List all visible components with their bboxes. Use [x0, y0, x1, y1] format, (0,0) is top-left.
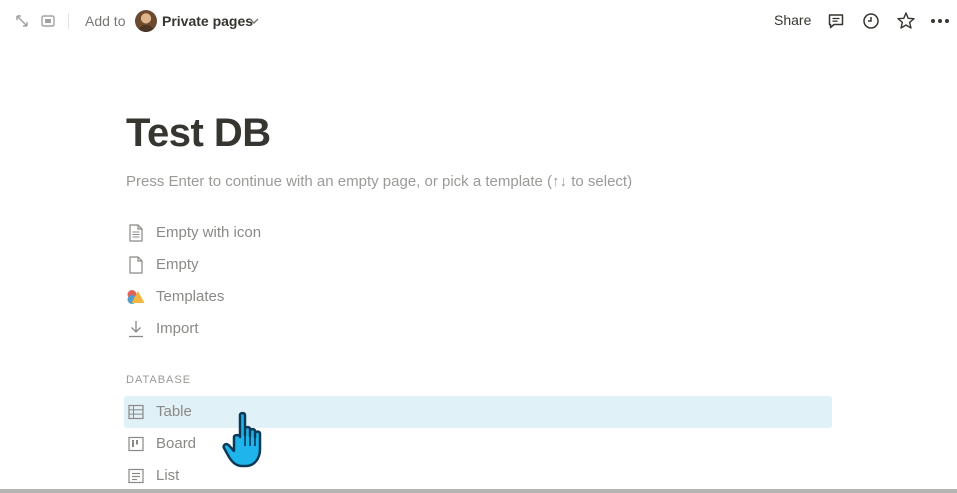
comment-icon[interactable] — [826, 11, 846, 31]
option-label: Empty — [156, 256, 199, 273]
database-section-heading: DATABASE — [126, 374, 192, 386]
template-hint: Press Enter to continue with an empty pa… — [126, 173, 633, 190]
page-text-icon — [126, 223, 146, 243]
list-icon — [126, 466, 146, 486]
option-label: Table — [156, 403, 192, 420]
option-import[interactable]: Import — [124, 313, 832, 345]
window-bottom-edge — [0, 489, 957, 493]
page-icon — [126, 255, 146, 275]
board-icon — [126, 434, 146, 454]
option-empty[interactable]: Empty — [124, 249, 832, 281]
add-to-label: Add to — [85, 13, 126, 29]
chevron-down-icon[interactable] — [249, 13, 259, 34]
option-templates[interactable]: Templates — [124, 281, 832, 313]
peek-mode-icon[interactable] — [38, 11, 58, 31]
option-label: List — [156, 467, 180, 484]
option-label: Templates — [156, 288, 225, 305]
option-label: Board — [156, 435, 197, 452]
hand-cursor-icon — [222, 411, 270, 476]
option-empty-with-icon[interactable]: Empty with icon — [124, 217, 832, 249]
option-label: Empty with icon — [156, 224, 262, 241]
option-label: Import — [156, 320, 199, 337]
import-icon — [126, 319, 146, 339]
workspace-selector[interactable]: Private pages — [162, 13, 253, 29]
table-icon — [126, 402, 146, 422]
clock-icon[interactable] — [861, 11, 881, 31]
divider — [68, 13, 69, 29]
expand-icon[interactable] — [12, 11, 32, 31]
page-title[interactable]: Test DB — [126, 111, 271, 156]
share-button[interactable]: Share — [774, 12, 811, 28]
avatar[interactable] — [135, 10, 157, 32]
more-icon[interactable] — [930, 11, 950, 31]
top-bar: Add to Private pages Share — [0, 0, 957, 42]
star-icon[interactable] — [896, 11, 916, 31]
templates-icon — [126, 287, 146, 307]
